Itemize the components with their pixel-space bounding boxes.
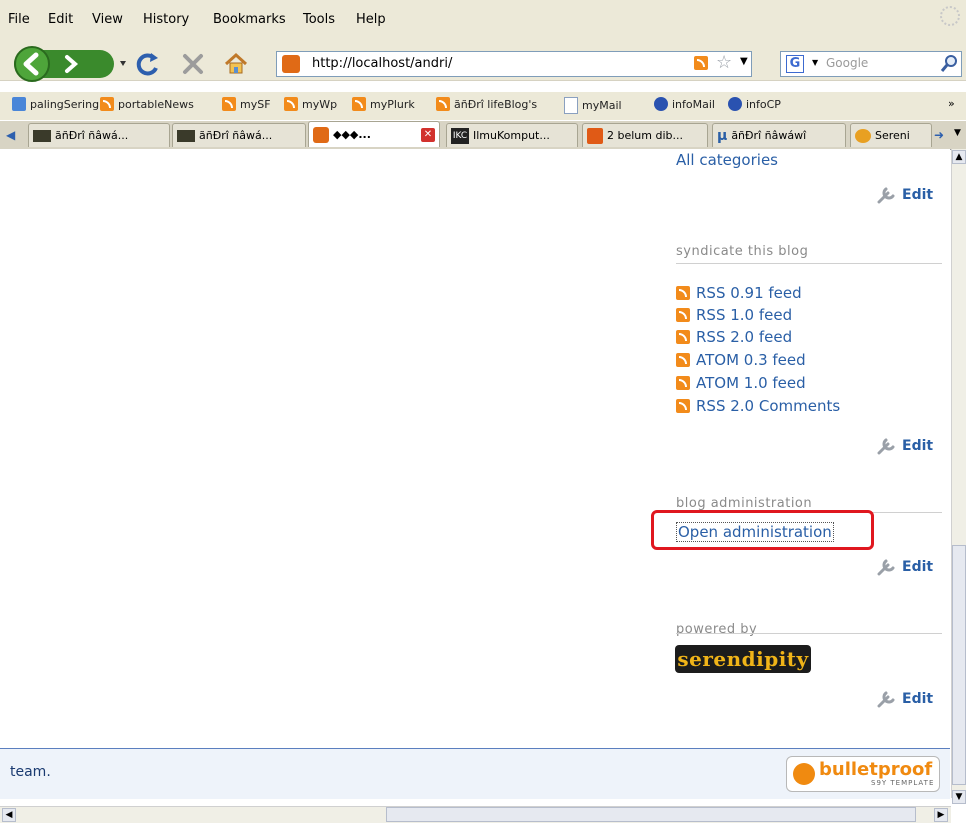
rss-icon (100, 97, 114, 111)
list-all-tabs-icon[interactable]: ▼ (954, 128, 961, 138)
tab[interactable]: 2 belum dib... (582, 123, 708, 147)
tab[interactable]: Sereni (850, 123, 932, 147)
bookmark-item[interactable]: palingSering (12, 97, 99, 111)
bookmark-item[interactable]: myWp (284, 97, 337, 111)
tab[interactable]: ãñÐrî ñâwá... (28, 123, 170, 147)
search-engine-dropdown-icon[interactable]: ▼ (812, 58, 818, 67)
powered-heading: powered by (676, 622, 758, 637)
tab[interactable]: µ ãñÐrî ñâwáwî (712, 123, 846, 147)
tab-active[interactable]: ◆◆◆... ✕ (308, 121, 440, 147)
site-favicon-icon (282, 55, 300, 73)
feed-link[interactable]: RSS 2.0 feed (676, 328, 792, 346)
bookmark-item[interactable]: portableNews (100, 97, 194, 111)
rss-feed-icon[interactable] (694, 56, 708, 70)
bookmark-item[interactable]: myMail (564, 97, 622, 114)
bulletproof-logo-icon (793, 763, 815, 785)
vertical-scroll-thumb[interactable] (952, 545, 966, 785)
home-icon[interactable] (222, 50, 250, 78)
scroll-left-arrow-icon[interactable]: ◀ (2, 808, 16, 822)
wrench-icon (877, 438, 895, 455)
bookmark-icon (12, 97, 26, 111)
syndicate-heading: syndicate this blog (676, 244, 809, 259)
rss-icon (284, 97, 298, 111)
bulletproof-badge[interactable]: bulletproof S9Y TEMPLATE (786, 756, 940, 792)
menu-bookmarks[interactable]: Bookmarks (213, 12, 286, 27)
divider (676, 263, 942, 264)
rss-icon (676, 286, 690, 300)
bookmark-item[interactable]: infoMail (654, 97, 715, 111)
rss-icon (676, 330, 690, 344)
search-input[interactable]: Google (826, 56, 868, 70)
rss-icon (676, 353, 690, 367)
edit-link[interactable]: Edit (876, 186, 933, 204)
bookmarks-overflow-icon[interactable]: » (948, 97, 955, 110)
tab-scroll-left-icon[interactable]: ◀ (6, 128, 15, 142)
rss-icon (676, 308, 690, 322)
all-categories-link[interactable]: All categories (676, 151, 778, 169)
cpanel-icon (654, 97, 668, 111)
feed-link[interactable]: ATOM 1.0 feed (676, 374, 806, 392)
bookmark-star-icon[interactable]: ☆ (716, 52, 732, 73)
highlight-annotation (651, 510, 874, 550)
tab-favicon-icon: IKC (451, 127, 469, 144)
cpanel-icon (728, 97, 742, 111)
rss-icon (676, 376, 690, 390)
back-forward-icon[interactable] (12, 44, 130, 84)
bookmark-item[interactable]: mySF (222, 97, 271, 111)
google-engine-icon[interactable]: G (786, 55, 804, 73)
scroll-right-arrow-icon[interactable]: ▶ (934, 808, 948, 822)
scroll-up-arrow-icon[interactable]: ▲ (952, 150, 966, 164)
url-text[interactable]: http://localhost/andri/ (312, 56, 452, 71)
wrench-icon (877, 691, 895, 708)
menu-view[interactable]: View (92, 12, 123, 27)
tab-scroll-right-icon[interactable]: ➜ (934, 128, 944, 142)
page-icon (564, 97, 578, 114)
menu-bar: File Edit View History Bookmarks Tools H… (0, 0, 966, 40)
divider (676, 633, 942, 634)
stop-icon[interactable] (180, 51, 206, 77)
tab-favicon-icon (177, 129, 195, 142)
admin-heading: blog administration (676, 496, 813, 511)
menu-history[interactable]: History (143, 12, 189, 27)
wrench-icon (877, 559, 895, 576)
rss-icon (676, 399, 690, 413)
menu-help[interactable]: Help (356, 12, 386, 27)
serendipity-logo[interactable]: serendipity (675, 645, 811, 673)
close-tab-icon[interactable]: ✕ (421, 127, 435, 142)
wrench-icon (877, 187, 895, 204)
tab-favicon-icon (855, 128, 871, 143)
url-dropdown-icon[interactable]: ▼ (740, 56, 748, 67)
search-icon[interactable] (940, 53, 960, 73)
feed-link[interactable]: RSS 2.0 Comments (676, 397, 840, 415)
bookmark-item[interactable]: myPlurk (352, 97, 415, 111)
search-box[interactable] (780, 51, 962, 77)
menu-file[interactable]: File (8, 12, 30, 27)
tab-favicon-icon (313, 126, 329, 143)
reload-icon[interactable] (134, 50, 162, 78)
tab[interactable]: ãñÐrî ñâwá... (172, 123, 306, 147)
edit-link[interactable]: Edit (876, 558, 933, 576)
feed-link[interactable]: RSS 1.0 feed (676, 306, 792, 324)
tab-favicon-icon (33, 129, 51, 142)
bookmark-item[interactable]: infoCP (728, 97, 781, 111)
menu-tools[interactable]: Tools (303, 12, 335, 27)
feed-link[interactable]: ATOM 0.3 feed (676, 351, 806, 369)
tab-favicon-icon: µ (717, 127, 728, 144)
edit-link[interactable]: Edit (876, 437, 933, 455)
rss-icon (352, 97, 366, 111)
scroll-down-arrow-icon[interactable]: ▼ (952, 790, 966, 804)
tab[interactable]: IKC IlmuKomput... (446, 123, 578, 147)
rss-icon (436, 97, 450, 111)
loading-throbber-icon (940, 6, 960, 26)
rss-icon (222, 97, 236, 111)
horizontal-scroll-thumb[interactable] (386, 807, 916, 822)
footer-text: team. (10, 764, 51, 780)
edit-link[interactable]: Edit (876, 690, 933, 708)
bookmark-item[interactable]: ãñÐrî lifeBlog's (436, 97, 537, 111)
feed-link[interactable]: RSS 0.91 feed (676, 284, 802, 302)
tab-favicon-icon (587, 127, 603, 144)
menu-edit[interactable]: Edit (48, 12, 73, 27)
